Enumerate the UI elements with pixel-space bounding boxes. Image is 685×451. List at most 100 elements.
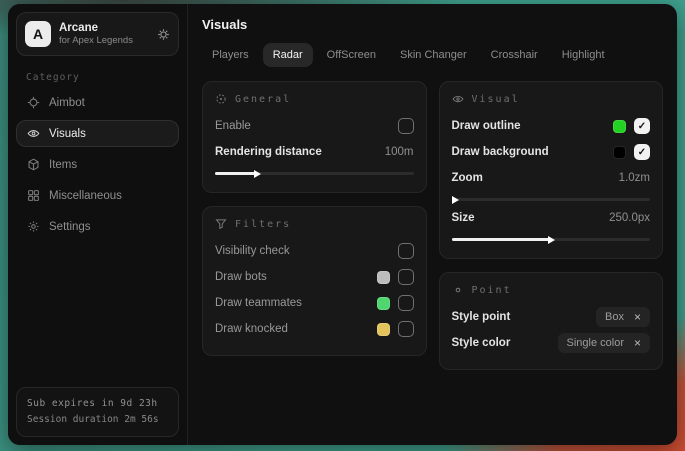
sidebar-item-visuals[interactable]: Visuals (16, 120, 179, 147)
setting-row-draw-background: Draw background ✓ (452, 139, 651, 165)
draw-bots-checkbox[interactable] (398, 269, 414, 285)
point-icon (452, 284, 464, 296)
general-icon (215, 93, 227, 105)
selected-option: Box (605, 311, 624, 323)
selected-option: Single color (567, 337, 624, 349)
color-swatch[interactable] (377, 271, 390, 284)
tab-highlight[interactable]: Highlight (552, 43, 615, 67)
brand-text: Arcane for Apex Legends (59, 21, 133, 47)
setting-row-draw-bots: Draw bots (215, 264, 414, 290)
sidebar-nav: Aimbot Visuals Items (16, 89, 179, 240)
zoom-slider[interactable] (452, 198, 651, 201)
eye-scan-icon (27, 127, 40, 140)
page-title: Visuals (202, 17, 663, 32)
size-slider[interactable] (452, 238, 651, 241)
panel-general: General Enable Rendering distance 100m (202, 81, 427, 193)
tab-bar: Players Radar OffScreen Skin Changer Cro… (202, 43, 663, 67)
draw-teammates-checkbox[interactable] (398, 295, 414, 311)
crosshair-icon (27, 96, 40, 109)
setting-label: Draw bots (215, 271, 267, 283)
setting-label: Zoom (452, 172, 483, 184)
content: General Enable Rendering distance 100m (202, 81, 663, 370)
sidebar-item-aimbot[interactable]: Aimbot (16, 89, 179, 116)
setting-label: Visibility check (215, 245, 290, 257)
left-column: General Enable Rendering distance 100m (202, 81, 427, 356)
setting-label: Rendering distance (215, 146, 322, 158)
funnel-icon (215, 218, 227, 230)
setting-label: Draw knocked (215, 323, 288, 335)
setting-row-zoom: Zoom 1.0zm (452, 165, 651, 191)
sidebar-item-label: Miscellaneous (49, 190, 122, 202)
slider-thumb[interactable] (254, 170, 261, 178)
panel-point: Point Style point Box × Style color Sing… (439, 272, 664, 370)
enable-checkbox[interactable] (398, 118, 414, 134)
setting-label: Style point (452, 311, 511, 323)
setting-row-draw-teammates: Draw teammates (215, 290, 414, 316)
visibility-check-checkbox[interactable] (398, 243, 414, 259)
tab-offscreen[interactable]: OffScreen (317, 43, 386, 67)
setting-row-rendering-distance: Rendering distance 100m (215, 139, 414, 165)
draw-outline-checkbox[interactable]: ✓ (634, 118, 650, 134)
panel-title: Visual (472, 94, 520, 105)
panel-visual: Visual Draw outline ✓ Draw background (439, 81, 664, 259)
sidebar-item-miscellaneous[interactable]: Miscellaneous (16, 182, 179, 209)
sidebar-item-label: Settings (49, 221, 91, 233)
tab-skin-changer[interactable]: Skin Changer (390, 43, 477, 67)
draw-knocked-checkbox[interactable] (398, 321, 414, 337)
right-column: Visual Draw outline ✓ Draw background (439, 81, 664, 370)
setting-row-size: Size 250.0px (452, 205, 651, 231)
panel-point-header: Point (452, 284, 651, 296)
slider-fill (452, 238, 549, 241)
setting-label: Draw outline (452, 120, 521, 132)
tab-players[interactable]: Players (202, 43, 259, 67)
setting-row-draw-knocked: Draw knocked (215, 316, 414, 342)
setting-value: 100m (385, 146, 414, 158)
panel-filters: Filters Visibility check Draw bots (202, 206, 427, 356)
slider-thumb[interactable] (452, 196, 459, 204)
panel-visual-header: Visual (452, 93, 651, 105)
brand-subtitle: for Apex Legends (59, 35, 133, 47)
close-icon[interactable]: × (634, 337, 641, 349)
setting-label: Draw background (452, 146, 549, 158)
setting-row-visibility-check: Visibility check (215, 238, 414, 264)
category-label: Category (26, 72, 179, 83)
gear-target-icon[interactable] (157, 28, 170, 41)
slider-thumb[interactable] (548, 236, 555, 244)
color-swatch[interactable] (613, 120, 626, 133)
draw-background-checkbox[interactable]: ✓ (634, 144, 650, 160)
setting-value: 1.0zm (619, 172, 650, 184)
color-swatch[interactable] (613, 146, 626, 159)
setting-label: Style color (452, 337, 511, 349)
style-point-select[interactable]: Box × (596, 307, 650, 327)
setting-row-style-color: Style color Single color × (452, 330, 651, 356)
grid-icon (27, 189, 40, 202)
sidebar: A Arcane for Apex Legends Category (8, 4, 188, 445)
style-color-select[interactable]: Single color × (558, 333, 651, 353)
sidebar-item-label: Aimbot (49, 97, 85, 109)
color-swatch[interactable] (377, 323, 390, 336)
setting-label: Size (452, 212, 475, 224)
session-duration-text: Session duration 2m 56s (27, 412, 168, 428)
close-icon[interactable]: × (634, 311, 641, 323)
rendering-distance-slider[interactable] (215, 172, 414, 175)
cube-icon (27, 158, 40, 171)
panel-general-header: General (215, 93, 414, 105)
panel-title: Filters (235, 219, 291, 230)
setting-label: Enable (215, 120, 251, 132)
sidebar-item-settings[interactable]: Settings (16, 213, 179, 240)
gear-icon (27, 220, 40, 233)
setting-value: 250.0px (609, 212, 650, 224)
tab-crosshair[interactable]: Crosshair (481, 43, 548, 67)
panel-filters-header: Filters (215, 218, 414, 230)
color-swatch[interactable] (377, 297, 390, 310)
brand-logo: A (25, 21, 51, 47)
app-window: A Arcane for Apex Legends Category (8, 4, 677, 445)
panel-title: General (235, 94, 291, 105)
setting-label: Draw teammates (215, 297, 302, 309)
tab-radar[interactable]: Radar (263, 43, 313, 67)
sidebar-item-items[interactable]: Items (16, 151, 179, 178)
sidebar-item-label: Visuals (49, 128, 86, 140)
setting-row-style-point: Style point Box × (452, 304, 651, 330)
setting-row-enable: Enable (215, 113, 414, 139)
sub-expiry-text: Sub expires in 9d 23h (27, 396, 168, 412)
